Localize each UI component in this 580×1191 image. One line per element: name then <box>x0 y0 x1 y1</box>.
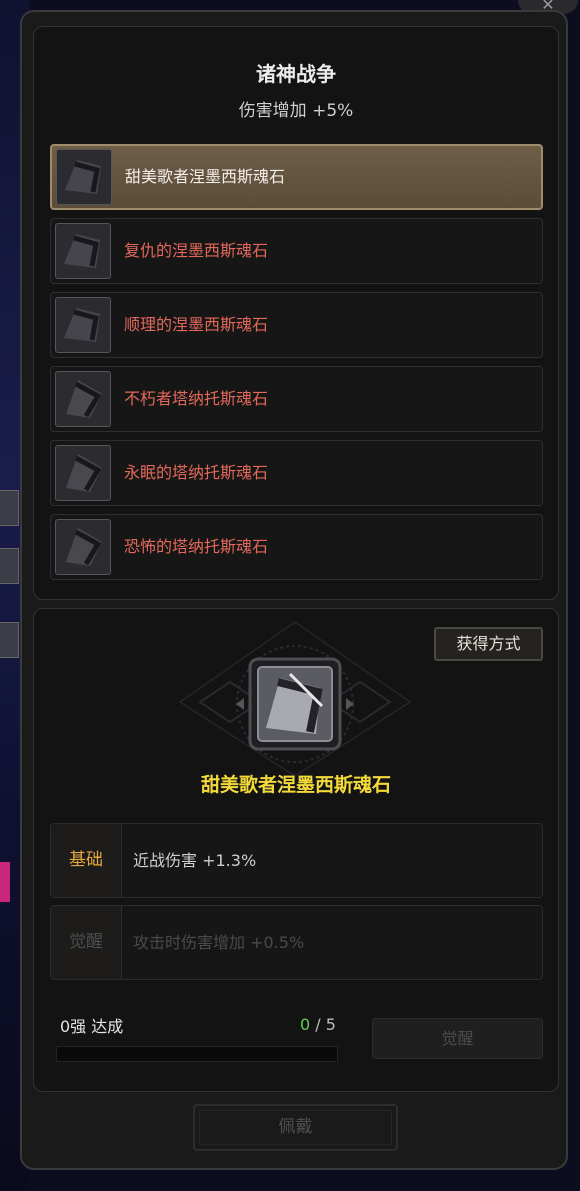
stone-name: 甜美歌者涅墨西斯魂石 <box>125 167 286 186</box>
selected-stone-name: 甜美歌者涅墨西斯魂石 <box>200 774 391 796</box>
enhance-progress-bar <box>56 1046 338 1062</box>
stone-list-item[interactable]: 顺理的涅墨西斯魂石 <box>50 292 543 358</box>
soulstone-icon <box>55 297 111 353</box>
progress-separator: / <box>310 1015 326 1034</box>
equip-button[interactable]: 佩戴 <box>193 1104 398 1151</box>
background-slot <box>0 622 19 658</box>
enhance-progress-count: 0 / 5 <box>300 1015 336 1034</box>
set-bonus: 伤害增加 +5% <box>238 101 354 121</box>
stone-list-item[interactable]: 永眠的塔纳托斯魂石 <box>50 440 543 506</box>
stone-name: 恐怖的塔纳托斯魂石 <box>124 537 269 556</box>
base-stat-row: 基础 近战伤害 +1.3% <box>50 823 543 898</box>
soulstone-icon <box>55 223 111 279</box>
progress-max: 5 <box>325 1015 336 1034</box>
soulstone-icon <box>55 519 111 575</box>
selected-soulstone-emblem <box>170 618 420 778</box>
background-badge <box>0 862 10 902</box>
base-stat-value: 近战伤害 +1.3% <box>133 851 257 870</box>
base-tag: 基础 <box>51 824 122 897</box>
stone-list-item[interactable]: 复仇的涅墨西斯魂石 <box>50 218 543 284</box>
stone-name: 复仇的涅墨西斯魂石 <box>124 241 269 260</box>
stone-list-item[interactable]: 甜美歌者涅墨西斯魂石 <box>50 144 543 210</box>
background-slot <box>0 490 19 526</box>
stone-name: 顺理的涅墨西斯魂石 <box>124 315 269 334</box>
stone-list-item[interactable]: 不朽者塔纳托斯魂石 <box>50 366 543 432</box>
awaken-stat-row: 觉醒 攻击时伤害增加 +0.5% <box>50 905 543 980</box>
soulstone-icon <box>55 445 111 501</box>
soulstone-icon <box>56 149 112 205</box>
progress-current: 0 <box>300 1015 311 1034</box>
stone-list-item[interactable]: 恐怖的塔纳托斯魂石 <box>50 514 543 580</box>
awaken-tag: 觉醒 <box>51 906 122 979</box>
stone-name: 永眠的塔纳托斯魂石 <box>124 463 269 482</box>
set-title: 诸神战争 <box>256 62 336 86</box>
awaken-button[interactable]: 觉醒 <box>372 1018 543 1059</box>
awaken-stat-value: 攻击时伤害增加 +0.5% <box>133 933 305 952</box>
enhance-progress-label: 0强 达成 <box>60 1017 124 1036</box>
soulstone-icon <box>55 371 111 427</box>
background-slot <box>0 548 19 584</box>
acquire-method-button[interactable]: 获得方式 <box>434 627 543 661</box>
stone-name: 不朽者塔纳托斯魂石 <box>124 389 269 408</box>
